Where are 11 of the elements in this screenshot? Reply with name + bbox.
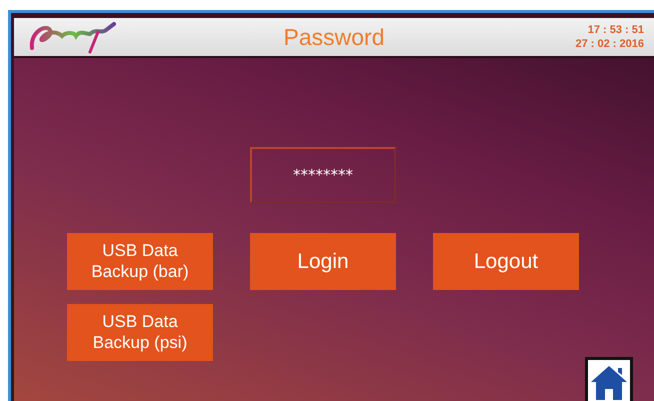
home-icon xyxy=(590,364,628,400)
action-button[interactable]: Login xyxy=(250,233,396,290)
clock-date: 27 : 02 : 2016 xyxy=(576,38,644,50)
clock-time: 17 : 53 : 51 xyxy=(588,24,644,36)
backup-button[interactable]: USB Data Backup (psi) xyxy=(67,304,213,361)
password-field[interactable]: ******** xyxy=(250,147,396,203)
logo-icon xyxy=(28,20,118,54)
home-button[interactable] xyxy=(585,357,633,401)
page-title: Password xyxy=(282,24,386,50)
action-button[interactable]: Logout xyxy=(433,233,579,290)
backup-button[interactable]: USB Data Backup (bar) xyxy=(67,233,213,290)
